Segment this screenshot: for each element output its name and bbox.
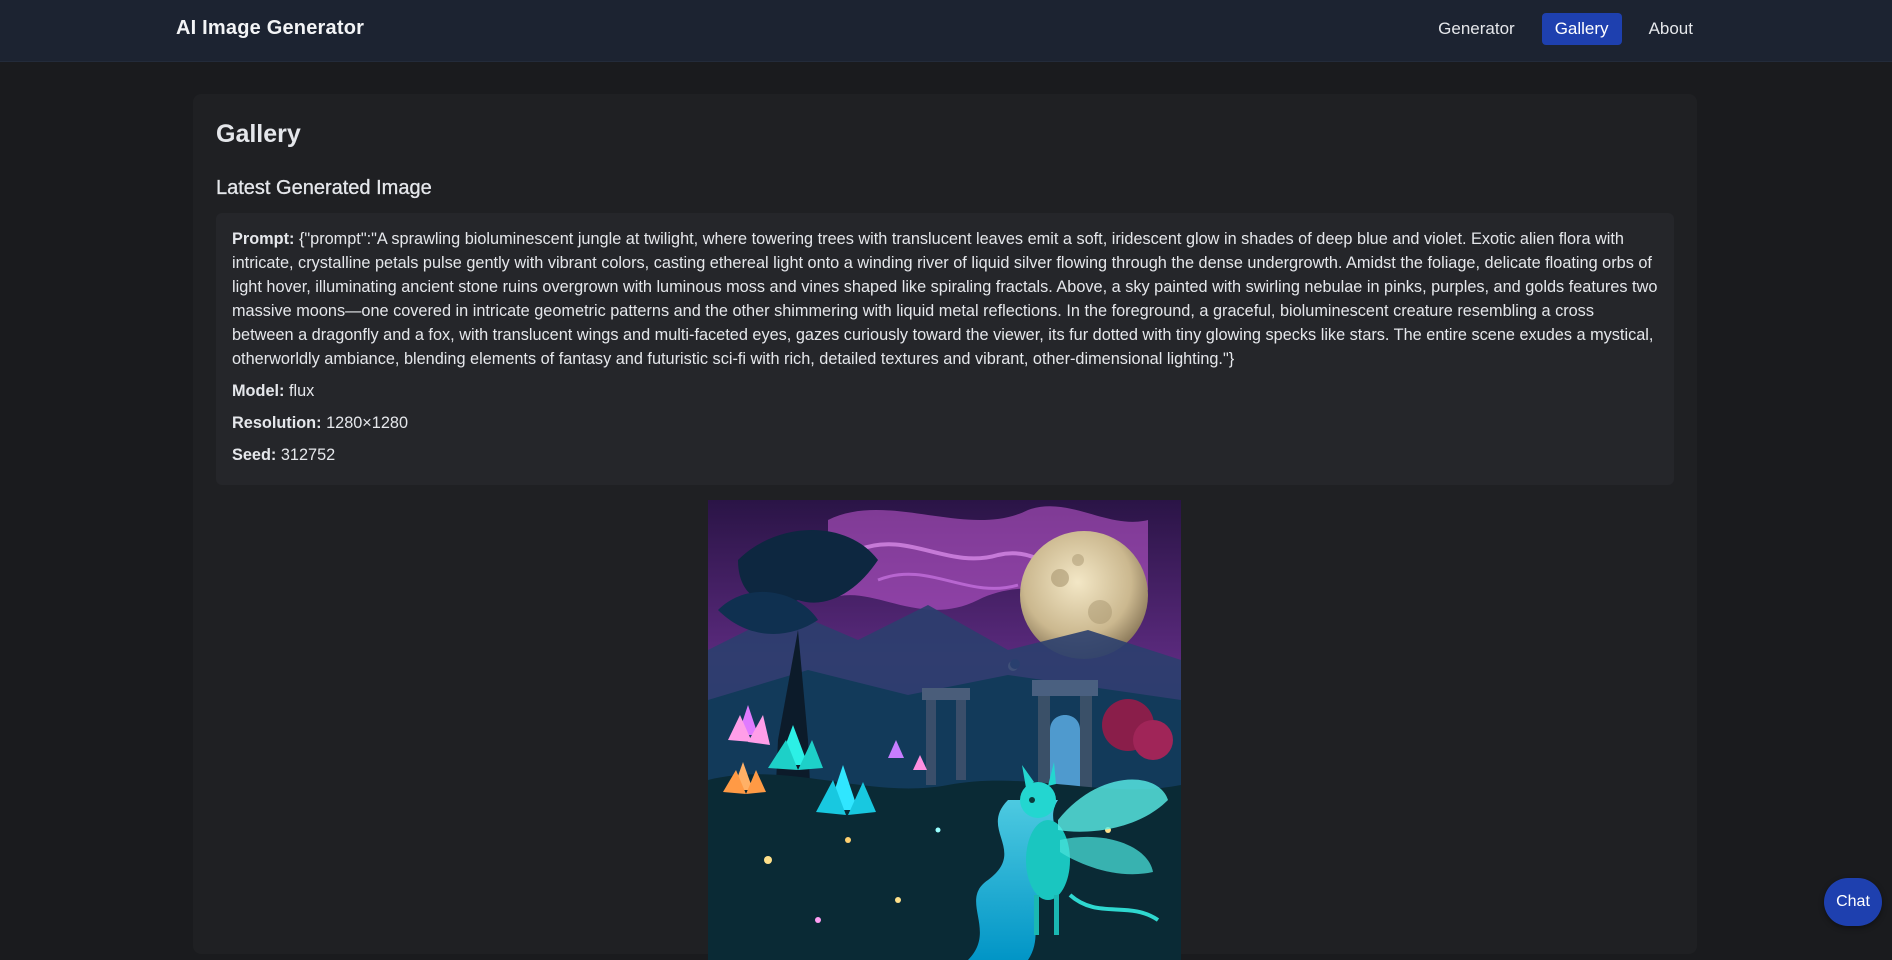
nav-links: Generator Gallery About bbox=[1425, 13, 1706, 45]
model-value: flux bbox=[288, 382, 315, 400]
seed-row: Seed: 312752 bbox=[232, 443, 1658, 467]
top-navbar: AI Image Generator Generator Gallery Abo… bbox=[0, 0, 1892, 62]
seed-label: Seed: bbox=[232, 446, 277, 464]
page-title: Gallery bbox=[216, 120, 301, 148]
prompt-value: {"prompt":"A sprawling bioluminescent ju… bbox=[232, 230, 1658, 368]
model-label: Model: bbox=[232, 382, 285, 400]
resolution-row: Resolution: 1280×1280 bbox=[232, 411, 1658, 435]
seed-value: 312752 bbox=[280, 446, 336, 464]
prompt-row: Prompt: {"prompt":"A sprawling biolumine… bbox=[232, 227, 1658, 371]
generated-image[interactable] bbox=[708, 500, 1181, 960]
section-title: Latest Generated Image bbox=[216, 177, 432, 199]
gallery-card: Gallery Latest Generated Image Prompt: {… bbox=[193, 94, 1697, 960]
app-brand[interactable]: AI Image Generator bbox=[176, 17, 364, 40]
nav-link-about[interactable]: About bbox=[1636, 13, 1706, 45]
nav-link-generator[interactable]: Generator bbox=[1425, 13, 1528, 45]
resolution-label: Resolution: bbox=[232, 414, 322, 432]
nav-link-gallery[interactable]: Gallery bbox=[1541, 13, 1622, 45]
image-details-panel: Prompt: {"prompt":"A sprawling biolumine… bbox=[216, 213, 1674, 485]
prompt-label: Prompt: bbox=[232, 230, 295, 248]
chat-button[interactable]: Chat bbox=[1824, 878, 1882, 926]
model-row: Model: flux bbox=[232, 379, 1658, 403]
resolution-value: 1280×1280 bbox=[326, 414, 409, 432]
generated-image-illustration bbox=[708, 500, 1181, 960]
